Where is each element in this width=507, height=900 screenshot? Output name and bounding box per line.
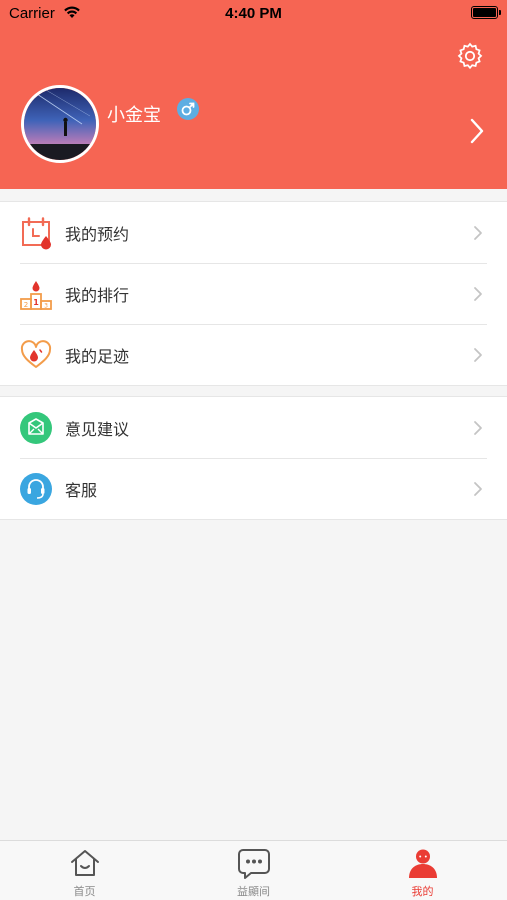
chevron-right-icon: [474, 482, 482, 496]
menu-item-label: 客服: [65, 481, 98, 500]
username: 小金宝: [107, 105, 161, 126]
chevron-right-icon: [474, 226, 482, 240]
svg-text:3: 3: [44, 303, 48, 310]
calendar-icon: [22, 217, 51, 250]
user-icon: [408, 849, 437, 878]
menu-item-label: 我的足迹: [65, 347, 130, 366]
chevron-right-icon: [474, 421, 482, 435]
svg-text:2: 2: [24, 301, 28, 309]
menu-item-feedback[interactable]: 意见建议: [0, 397, 507, 458]
tab-label: 首页: [73, 885, 96, 898]
menu-item-appointments[interactable]: 我的预约: [0, 202, 507, 263]
tab-label: 益顯间: [237, 885, 270, 898]
home-icon: [70, 850, 99, 876]
tab-bar: 首页 益顯间 我的: [0, 840, 507, 900]
svg-text:1: 1: [33, 298, 39, 307]
menu-item-label: 我的排行: [65, 286, 130, 305]
tab-label: 我的: [411, 885, 434, 898]
chat-icon: [237, 849, 270, 879]
menu-item-label: 意见建议: [65, 420, 130, 439]
headset-icon: [20, 473, 52, 505]
mail-icon: [20, 412, 52, 444]
tab-home[interactable]: 首页: [0, 841, 169, 900]
tab-me[interactable]: 我的: [338, 841, 507, 900]
menu-item-ranking[interactable]: 1 2 3 我的排行: [0, 263, 507, 324]
podium-icon: 1 2 3: [20, 281, 52, 310]
status-time: 4:40 PM: [225, 5, 282, 22]
menu-item-customer-service[interactable]: 客服: [0, 458, 507, 519]
chevron-right-icon: [474, 348, 482, 362]
settings-gear-icon[interactable]: [456, 42, 484, 70]
tab-messages[interactable]: 益顯间: [169, 841, 338, 900]
status-bar: Carrier 4:40 PM: [0, 0, 507, 28]
menu-item-label: 我的预约: [65, 225, 130, 244]
chevron-right-icon: [474, 287, 482, 301]
heart-drop-icon: [20, 340, 52, 368]
avatar[interactable]: [21, 85, 99, 163]
menu-item-footprints[interactable]: 我的足迹: [0, 324, 507, 385]
menu-group-support: 意见建议 客服: [0, 396, 507, 520]
menu-group-personal: 我的预约 1 2 3 我的排行 我的足迹: [0, 201, 507, 386]
profile-header: Carrier 4:40 PM 小金宝: [0, 0, 507, 189]
male-gender-icon: [177, 98, 199, 120]
profile-chevron-right-icon[interactable]: [470, 118, 484, 144]
battery-icon: [471, 6, 501, 19]
